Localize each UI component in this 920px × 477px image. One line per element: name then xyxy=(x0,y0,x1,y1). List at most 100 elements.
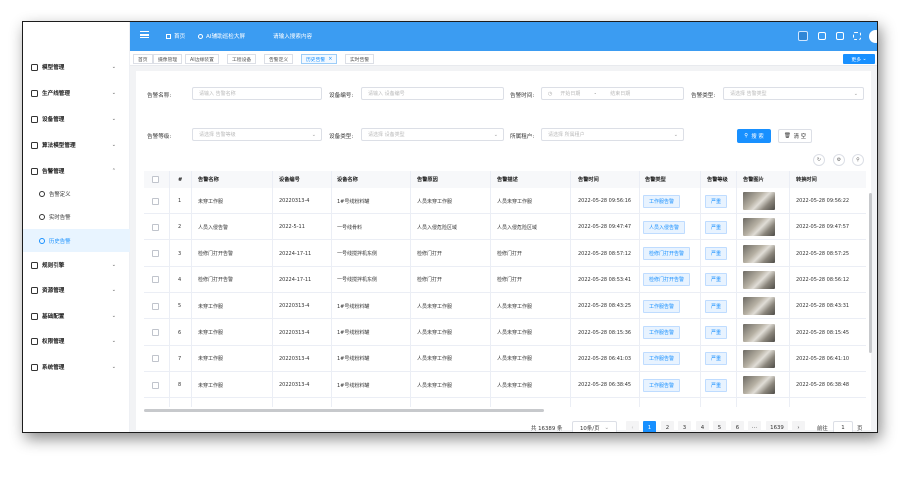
row-checkbox[interactable] xyxy=(152,214,159,240)
table-row[interactable]: 5 未穿工作服 20220313-4 1#号线粉料罐 人员未穿工作服 人员未穿工作服 202… xyxy=(144,293,866,320)
alarm-time-cell: 2022-05-28 08:15:36 xyxy=(578,329,632,336)
vertical-scrollbar[interactable] xyxy=(869,193,872,353)
table-row[interactable]: 8 未穿工作服 20220313-4 1#号线粉料罐 人员未穿工作服 人员未穿工作服 202… xyxy=(144,372,866,399)
tab-history-alarm[interactable]: 历史告警 × xyxy=(301,54,338,64)
tab-ai-edge[interactable]: AI边缘装置 xyxy=(185,54,219,64)
chevron-down-icon: ⌄ xyxy=(111,142,116,148)
page-button[interactable]: 5 xyxy=(713,421,726,432)
chevron-down-icon: ⌄ xyxy=(111,287,116,293)
lock-icon[interactable] xyxy=(818,32,826,40)
phone-icon xyxy=(39,191,45,197)
row-checkbox[interactable] xyxy=(152,241,159,267)
sidebar-subitem-alarm-definition[interactable]: 告警定义 xyxy=(23,184,130,204)
tab-realtime-alarm[interactable]: 实时告警 xyxy=(345,54,375,64)
menu-toggle-icon[interactable] xyxy=(140,31,149,38)
sidebar-logo-area xyxy=(23,22,129,48)
row-checkbox[interactable] xyxy=(152,267,159,293)
tab-home[interactable]: 首页 xyxy=(133,54,153,64)
settings-icon[interactable]: ⚙ xyxy=(833,154,845,166)
tab-engineering-device[interactable]: 工程设备 xyxy=(227,54,257,64)
row-checkbox[interactable] xyxy=(152,320,159,346)
more-tabs-button[interactable]: 更多 ⌄ xyxy=(843,54,875,64)
table-row[interactable]: 2 人员入侵告警 2022-5-11 一号线骨料 人员入侵危险区域 人员入侵危险区域 202… xyxy=(144,214,866,241)
page-button[interactable]: 1639 xyxy=(766,421,788,432)
sidebar-item-system[interactable]: 系统管理 ⌄ xyxy=(23,357,130,377)
alarm-time-cell: 2022-05-28 08:43:25 xyxy=(578,303,632,310)
sidebar-item-algorithm[interactable]: 算法模型管理 ⌄ xyxy=(23,135,130,155)
page-button[interactable]: 1 xyxy=(643,421,656,432)
reset-button[interactable]: 🗑 清 空 xyxy=(778,129,812,143)
sidebar-item-rules[interactable]: 规则引擎 ⌄ xyxy=(23,255,130,275)
sidebar-item-model[interactable]: 模型管理 ⌄ xyxy=(23,57,130,77)
prev-page-button[interactable]: ‹ xyxy=(626,421,639,432)
big-screen-link[interactable]: AI辅助巡检大屏 xyxy=(198,32,245,40)
sidebar-item-alarm[interactable]: 告警管理 ⌃ xyxy=(23,161,130,181)
chevron-down-icon: ⌄ xyxy=(493,131,498,138)
alarm-image-thumbnail[interactable] xyxy=(743,214,775,240)
alarm-level-select[interactable]: 请选择 告警等级 ⌄ xyxy=(192,128,322,141)
layout-icon[interactable] xyxy=(798,31,808,41)
alarm-type-tag: 检修门打开告警 xyxy=(643,273,691,287)
sidebar-item-production-line[interactable]: 生产线管理 ⌄ xyxy=(23,83,130,103)
page-button[interactable]: 6 xyxy=(731,421,744,432)
alarm-type-select[interactable]: 请选择 告警类型 ⌄ xyxy=(723,87,864,100)
alarm-type-tag: 工作服告警 xyxy=(643,378,681,392)
table-row[interactable]: 7 未穿工作服 20220313-4 1#号线粉料罐 人员未穿工作服 人员未穿工作服 202… xyxy=(144,346,866,372)
start-date-input[interactable]: 开始日期 xyxy=(560,90,580,97)
alarm-image-thumbnail[interactable] xyxy=(743,320,775,346)
device-type-select[interactable]: 请选择 设备类型 ⌄ xyxy=(361,128,504,141)
page-button[interactable]: 3 xyxy=(678,421,691,432)
table-row[interactable]: 1 未穿工作服 20220313-4 1#号线粉料罐 人员未穿工作服 人员未穿工作服 202… xyxy=(144,188,866,214)
sidebar-subitem-history-alarm[interactable]: 历史告警 xyxy=(23,229,130,252)
tab-alarm-definition[interactable]: 告警定义 xyxy=(264,54,294,64)
row-checkbox[interactable] xyxy=(152,188,159,214)
alarm-name-input[interactable]: 请输入 告警名称 xyxy=(192,87,322,100)
alarm-image-thumbnail[interactable] xyxy=(743,241,775,267)
device-name-cell: 1#号线粉料罐 xyxy=(337,356,370,363)
page-size-select[interactable]: 10条/页 ⌄ xyxy=(572,421,617,432)
sidebar-item-resource[interactable]: 资源管理 ⌄ xyxy=(23,280,130,300)
alarm-image-thumbnail[interactable] xyxy=(743,346,775,372)
home-link[interactable]: 首页 xyxy=(166,32,185,40)
convert-time-cell: 2022-05-28 09:56:22 xyxy=(796,198,850,204)
goto-page-input[interactable]: 1 xyxy=(833,421,853,432)
table-row[interactable]: 4 检修门打开告警 20224-17-11 一号线搅拌机东侧 检修门打开 检修门打开 202… xyxy=(144,267,866,293)
end-date-input[interactable]: 结束日期 xyxy=(610,90,630,97)
tenant-select[interactable]: 请选择 所属租户 ⌄ xyxy=(541,128,684,141)
col-header: 转换时间 xyxy=(796,171,817,188)
sidebar-item-basic-config[interactable]: 基础配置 ⌄ xyxy=(23,306,130,326)
avatar[interactable] xyxy=(869,30,877,43)
row-checkbox[interactable] xyxy=(152,346,159,372)
alarm-time-range[interactable]: ◷ 开始日期 - 结束日期 xyxy=(541,87,684,100)
horizontal-scrollbar[interactable] xyxy=(144,409,544,412)
select-all-checkbox[interactable] xyxy=(152,171,159,188)
page-button[interactable]: 2 xyxy=(661,421,674,432)
tab-camera[interactable]: 摄像管理 xyxy=(153,54,183,64)
global-search-input[interactable]: 请输入搜索内容 xyxy=(273,32,312,40)
alarm-desc-cell: 人员未穿工作服 xyxy=(497,356,533,363)
shirt-icon[interactable] xyxy=(836,32,844,40)
row-checkbox[interactable] xyxy=(152,293,159,319)
alarm-image-thumbnail[interactable] xyxy=(743,372,775,398)
search-button[interactable]: ⚲ 搜 索 xyxy=(737,129,771,143)
sidebar-item-permission[interactable]: 权限管理 ⌄ xyxy=(23,331,130,351)
table-row[interactable]: 3 检修门打开告警 20224-17-11 一号线搅拌机东侧 检修门打开 检修门打开 202… xyxy=(144,241,866,267)
next-page-button[interactable]: › xyxy=(792,421,805,432)
alarm-image-thumbnail[interactable] xyxy=(743,267,775,293)
table-row[interactable]: 6 未穿工作服 20220313-4 1#号线粉料罐 人员未穿工作服 人员未穿工作服 202… xyxy=(144,320,866,346)
device-icon xyxy=(31,115,38,123)
sidebar-item-device[interactable]: 设备管理 ⌄ xyxy=(23,109,130,129)
fullscreen-icon[interactable] xyxy=(853,32,861,40)
page-button[interactable]: 4 xyxy=(696,421,709,432)
search-toggle-icon[interactable]: ⚲ xyxy=(852,154,864,166)
alarm-type-tag-cell: 人员入侵告警 xyxy=(643,214,686,240)
refresh-icon[interactable]: ↻ xyxy=(813,154,825,166)
close-icon[interactable]: × xyxy=(328,56,332,62)
alarm-image-thumbnail[interactable] xyxy=(743,293,775,319)
row-checkbox[interactable] xyxy=(152,372,159,398)
page-ellipsis[interactable]: ··· xyxy=(748,421,761,432)
sidebar-subitem-realtime-alarm[interactable]: 实时告警 xyxy=(23,207,130,227)
alarm-image-thumbnail[interactable] xyxy=(743,188,775,214)
device-no-input[interactable]: 请输入 设备编号 xyxy=(361,87,504,100)
device-name-cell: 1#号线粉料罐 xyxy=(337,382,370,389)
